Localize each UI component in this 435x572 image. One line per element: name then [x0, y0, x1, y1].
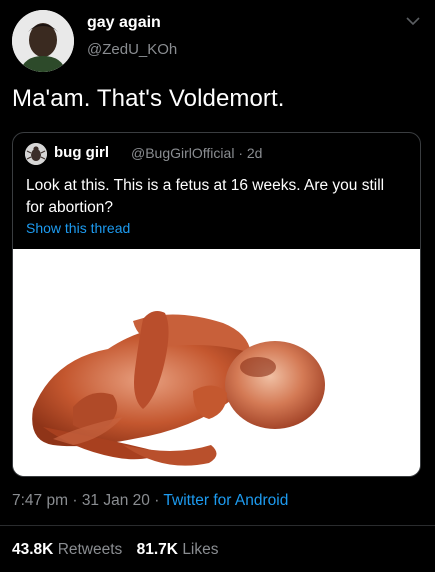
bug-avatar-icon: [25, 143, 47, 165]
quoted-tweet-card[interactable]: bug girl @BugGirlOfficial · 2d Look at t…: [12, 132, 421, 477]
chevron-down-icon[interactable]: [404, 14, 422, 28]
meta-separator: ·: [72, 492, 78, 509]
tweet-meta: 7:47 pm · 31 Jan 20 · Twitter for Androi…: [12, 492, 288, 510]
person-avatar-icon: [12, 10, 74, 72]
meta-separator: ·: [154, 492, 160, 509]
divider: [0, 525, 435, 526]
tweet-stats: 43.8K Retweets 81.7K Likes: [12, 541, 219, 559]
author-handle[interactable]: @ZedU_KOh: [87, 41, 177, 58]
author-avatar[interactable]: [12, 10, 74, 72]
retweets-count: 43.8K: [12, 541, 54, 558]
tweet-client-link[interactable]: Twitter for Android: [163, 492, 288, 509]
tweet-date[interactable]: 31 Jan 20: [82, 492, 150, 509]
quoted-author-avatar[interactable]: [25, 143, 47, 165]
retweets-label: Retweets: [57, 541, 123, 558]
author-display-name[interactable]: gay again: [87, 14, 161, 32]
tweet: gay again @ZedU_KOh Ma'am. That's Voldem…: [0, 0, 435, 572]
quoted-tweet-image[interactable]: [13, 249, 420, 476]
quoted-tweet-age[interactable]: 2d: [247, 145, 263, 161]
quoted-author-handle[interactable]: @BugGirlOfficial: [131, 145, 234, 161]
likes-label: Likes: [182, 541, 219, 558]
quoted-meta: @BugGirlOfficial · 2d: [131, 145, 262, 161]
quoted-tweet-text: Look at this. This is a fetus at 16 week…: [26, 177, 385, 216]
retweets-stat[interactable]: 43.8K Retweets: [12, 541, 122, 558]
fetus-photo-illustration: [13, 249, 420, 476]
tweet-text: Ma'am. That's Voldemort.: [12, 85, 285, 112]
show-thread-link[interactable]: Show this thread: [26, 220, 130, 236]
likes-stat[interactable]: 81.7K Likes: [137, 541, 219, 558]
quoted-author-display-name[interactable]: bug girl: [54, 144, 109, 161]
tweet-time[interactable]: 7:47 pm: [12, 492, 68, 509]
likes-count: 81.7K: [136, 541, 178, 558]
quoted-meta-separator: ·: [238, 145, 243, 161]
